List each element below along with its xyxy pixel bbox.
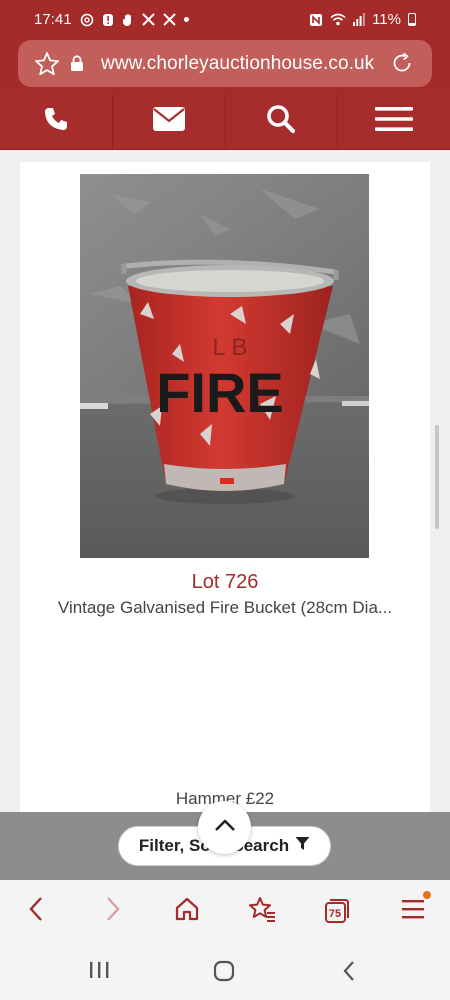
x-icon bbox=[141, 13, 155, 26]
recent-apps-icon bbox=[88, 960, 110, 985]
browser-address-area: www.chorleyauctionhouse.co.uk bbox=[0, 40, 450, 94]
menu-button[interactable] bbox=[338, 94, 450, 149]
search-icon bbox=[266, 104, 296, 139]
notification-dot-icon bbox=[183, 17, 189, 22]
x-icon bbox=[162, 13, 176, 26]
envelope-icon bbox=[152, 106, 186, 137]
scroll-to-top-button[interactable] bbox=[198, 801, 251, 854]
browser-toolbar: 75 bbox=[0, 880, 450, 942]
status-bar: 17:41 11% bbox=[0, 0, 450, 40]
lot-title[interactable]: Vintage Galvanised Fire Bucket (28cm Dia… bbox=[40, 598, 410, 618]
site-nav bbox=[0, 94, 450, 150]
page-content: L B FIRE Lot 726 Vintage Galvanised Fire… bbox=[0, 150, 450, 812]
browser-menu-button[interactable] bbox=[399, 897, 427, 925]
chevron-up-icon bbox=[214, 818, 236, 837]
nfc-icon bbox=[309, 13, 323, 27]
chevron-right-icon bbox=[105, 896, 121, 927]
reload-icon[interactable] bbox=[390, 51, 414, 80]
call-button[interactable] bbox=[0, 94, 113, 149]
address-bar[interactable]: www.chorleyauctionhouse.co.uk bbox=[18, 40, 432, 87]
search-button[interactable] bbox=[226, 94, 339, 149]
home-circle-icon bbox=[213, 960, 235, 987]
lot-number[interactable]: Lot 726 bbox=[20, 571, 430, 594]
phone-icon bbox=[42, 105, 70, 138]
forward-button[interactable] bbox=[99, 896, 127, 927]
lot-image[interactable]: L B FIRE bbox=[80, 174, 369, 558]
recent-apps-button[interactable] bbox=[88, 960, 110, 985]
signal-icon bbox=[353, 13, 365, 26]
system-nav-bar bbox=[0, 942, 450, 1000]
hamburger-icon bbox=[402, 899, 424, 924]
battery-percent: 11% bbox=[372, 11, 401, 28]
funnel-icon bbox=[295, 836, 310, 856]
back-arrow-icon bbox=[342, 960, 356, 987]
home-icon bbox=[174, 896, 200, 927]
back-button[interactable] bbox=[22, 896, 50, 927]
bookmarks-button[interactable] bbox=[248, 896, 276, 927]
threads-icon bbox=[80, 13, 94, 27]
wifi-icon bbox=[330, 13, 346, 26]
system-back-button[interactable] bbox=[342, 960, 356, 987]
bookmark-star-list-icon bbox=[248, 896, 276, 927]
status-left: 17:41 bbox=[34, 11, 189, 28]
url-text[interactable]: www.chorleyauctionhouse.co.uk bbox=[101, 53, 374, 75]
tabs-button[interactable]: 75 bbox=[323, 897, 351, 925]
tab-count: 75 bbox=[328, 908, 342, 920]
hand-icon bbox=[122, 13, 134, 27]
lot-card[interactable]: L B FIRE Lot 726 Vintage Galvanised Fire… bbox=[20, 162, 430, 812]
bookmark-star-icon[interactable] bbox=[34, 51, 60, 82]
status-right: 11% bbox=[309, 11, 416, 28]
system-home-button[interactable] bbox=[213, 960, 235, 987]
menu-icon bbox=[375, 106, 414, 137]
chevron-left-icon bbox=[28, 896, 44, 927]
clock: 17:41 bbox=[34, 11, 72, 28]
bucket-top-marking: L B bbox=[212, 334, 247, 361]
lock-icon[interactable] bbox=[70, 55, 84, 77]
email-button[interactable] bbox=[113, 94, 226, 149]
alert-icon bbox=[102, 13, 114, 27]
bucket-fire-marking: FIRE bbox=[156, 361, 284, 424]
page-scrollbar[interactable] bbox=[435, 425, 439, 529]
battery-icon bbox=[408, 13, 416, 26]
menu-notification-badge bbox=[423, 891, 431, 899]
home-button[interactable] bbox=[173, 897, 201, 925]
